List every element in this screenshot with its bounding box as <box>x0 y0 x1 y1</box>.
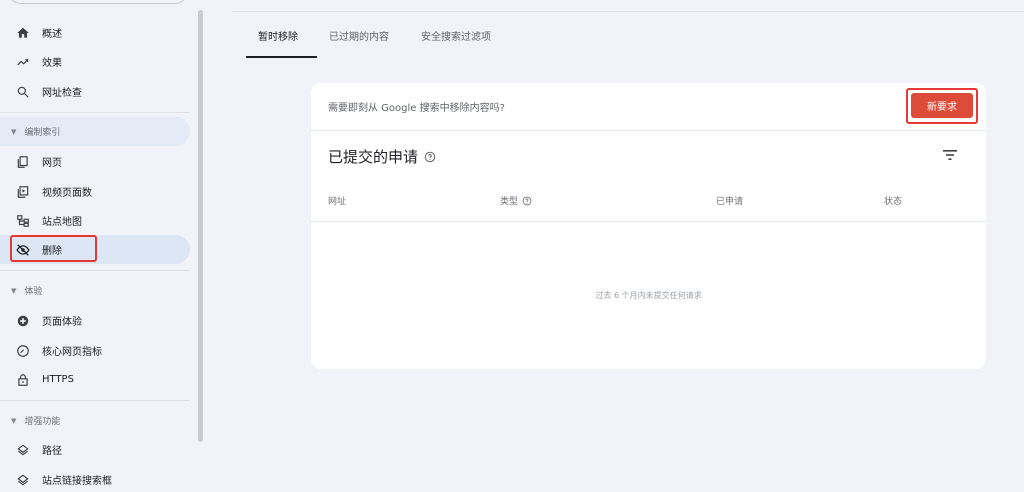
sidebar-item-label: 站点地图 <box>42 217 82 228</box>
sidebar-item-url-inspection[interactable]: 网址检查 <box>0 77 190 106</box>
sidebar-item-overview[interactable]: 概述 <box>0 18 190 47</box>
column-header-status[interactable]: 状态 <box>884 194 902 207</box>
sitemap-icon <box>16 214 30 228</box>
divider <box>0 112 190 113</box>
help-icon[interactable] <box>424 151 436 163</box>
layers-icon <box>16 443 30 457</box>
sidebar-item-performance[interactable]: 效果 <box>0 47 190 76</box>
highlight-annotation <box>906 88 978 124</box>
video-page-icon <box>16 185 30 199</box>
pages-icon <box>16 155 30 169</box>
sidebar-item-label: 站点链接搜索框 <box>42 476 112 487</box>
sidebar-item-label: 核心网页指标 <box>42 347 102 358</box>
column-header-url[interactable]: 网址 <box>328 194 346 207</box>
sidebar-item-label: 效果 <box>42 58 62 69</box>
column-header-label: 网址 <box>328 197 347 207</box>
chevron-down-icon: ▼ <box>11 286 17 295</box>
sidebar-section-title: 增强功能 <box>24 417 61 427</box>
requests-card: 需要即刻从 Google 搜索中移除内容吗? 新要求 已提交的申请 网址 类型 … <box>311 83 986 369</box>
sidebar-item-label: 路径 <box>42 446 62 457</box>
sidebar-item-https[interactable]: HTTPS <box>0 365 190 394</box>
sidebar-section-title: 体验 <box>24 287 43 297</box>
divider <box>311 130 986 131</box>
sidebar: 概述 效果 网址检查 ▼ 编制索引 网页 视频页面数 站点地图 删除 ▼ 体验 … <box>0 0 205 492</box>
chevron-down-icon: ▼ <box>11 127 17 136</box>
tab-outdated-content[interactable]: 已过期的内容 <box>329 30 389 46</box>
sidebar-item-label: 页面体验 <box>42 317 82 328</box>
divider <box>232 11 1024 12</box>
sidebar-item-label: 网页 <box>42 158 62 169</box>
help-icon[interactable] <box>522 196 532 206</box>
sidebar-item-page-experience[interactable]: 页面体验 <box>0 306 190 335</box>
search-icon <box>16 85 30 99</box>
section-title: 已提交的申请 <box>328 146 436 167</box>
sidebar-item-breadcrumbs[interactable]: 路径 <box>0 435 190 464</box>
search-box[interactable] <box>8 0 188 4</box>
column-header-label: 状态 <box>884 197 903 207</box>
sidebar-item-pages[interactable]: 网页 <box>0 147 190 176</box>
sidebar-item-core-web-vitals[interactable]: 核心网页指标 <box>0 336 190 365</box>
chevron-down-icon: ▼ <box>11 416 17 425</box>
sidebar-section-indexing[interactable]: ▼ 编制索引 <box>0 117 190 146</box>
gauge-icon <box>16 344 30 358</box>
sidebar-section-enhancements[interactable]: ▼ 增强功能 <box>0 406 190 435</box>
sidebar-item-sitelinks-searchbox[interactable]: 站点链接搜索框 <box>0 465 190 492</box>
sidebar-item-label: HTTPS <box>42 374 74 385</box>
column-header-label: 已申请 <box>716 197 744 207</box>
column-header-type[interactable]: 类型 <box>500 194 532 207</box>
section-title-text: 已提交的申请 <box>328 148 419 166</box>
active-tab-indicator <box>246 56 317 58</box>
tab-temporary-removals[interactable]: 暂时移除 <box>258 30 298 46</box>
sidebar-item-video-pages[interactable]: 视频页面数 <box>0 177 190 206</box>
sidebar-section-title: 编制索引 <box>24 128 61 138</box>
sidebar-item-label: 网址检查 <box>42 88 82 99</box>
highlight-annotation <box>10 235 97 262</box>
empty-state-message: 过去 6 个月内未提交任何请求 <box>595 291 702 300</box>
trending-up-icon <box>16 55 30 69</box>
divider <box>0 400 190 401</box>
sidebar-scrollbar[interactable] <box>198 10 203 442</box>
column-header-label: 类型 <box>500 197 519 207</box>
divider <box>0 270 190 271</box>
sidebar-section-experience[interactable]: ▼ 体验 <box>0 276 190 305</box>
layers-icon <box>16 473 30 487</box>
sidebar-item-label: 概述 <box>42 29 62 40</box>
filter-icon[interactable] <box>943 146 957 160</box>
divider <box>311 221 986 222</box>
lock-icon <box>16 373 30 387</box>
sidebar-item-sitemaps[interactable]: 站点地图 <box>0 206 190 235</box>
tab-safesearch-filtering[interactable]: 安全搜索过滤项 <box>421 30 491 46</box>
column-header-requested[interactable]: 已申请 <box>716 194 743 207</box>
card-question: 需要即刻从 Google 搜索中移除内容吗? <box>328 103 505 114</box>
home-icon <box>16 26 30 40</box>
page-experience-icon <box>16 314 30 328</box>
sidebar-item-label: 视频页面数 <box>42 188 92 199</box>
